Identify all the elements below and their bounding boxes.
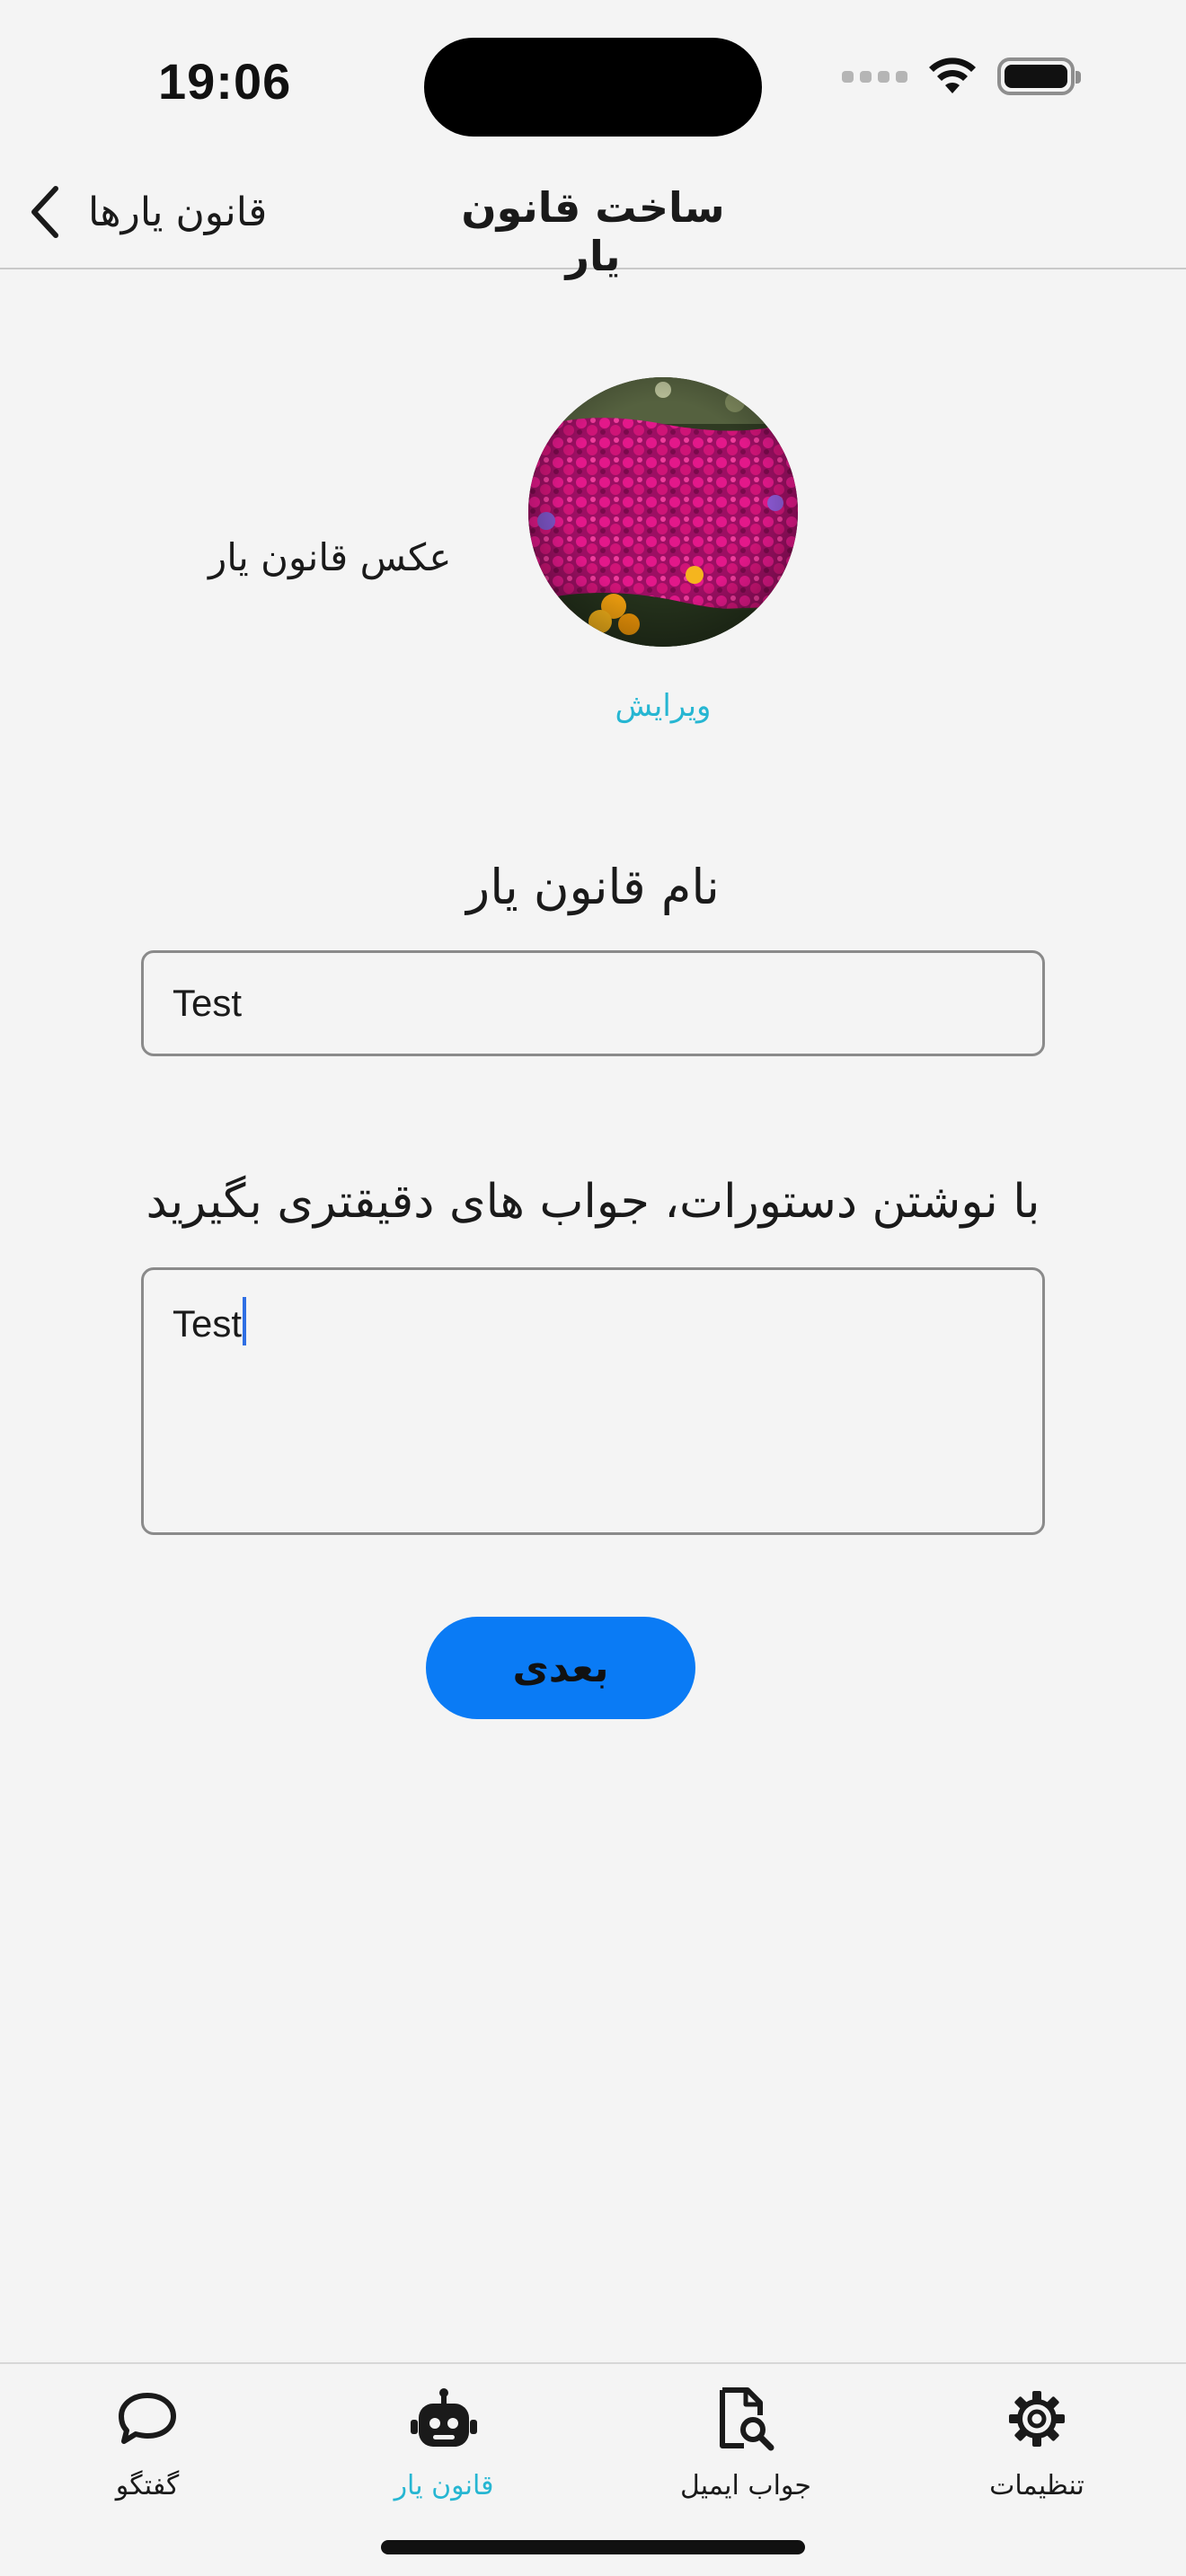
dynamic-island xyxy=(424,38,762,137)
instructions-textarea[interactable]: Test xyxy=(141,1267,1045,1535)
navigation-bar: قانون یارها ساخت قانون یار xyxy=(0,160,1186,280)
tab-chat[interactable]: گفتگو xyxy=(31,2380,264,2524)
tab-label-email-reply: جواب ایمیل xyxy=(680,2470,811,2501)
edit-avatar-link[interactable]: ویرایش xyxy=(528,688,798,724)
screen: 19:06 قانون یارها ساخت قانون یار عکس قان… xyxy=(0,0,1186,2576)
avatar-label: عکس قانون یار xyxy=(208,535,452,579)
document-search-icon xyxy=(720,2387,774,2451)
instructions-text: Test xyxy=(173,1302,243,1345)
name-input[interactable] xyxy=(141,950,1045,1056)
robot-icon xyxy=(411,2388,477,2447)
home-indicator xyxy=(381,2540,805,2554)
battery-icon xyxy=(997,57,1081,95)
tab-label-chat: گفتگو xyxy=(115,2470,180,2501)
gear-icon xyxy=(1009,2391,1065,2447)
page-title: ساخت قانون یار xyxy=(461,183,725,280)
text-caret xyxy=(243,1297,247,1345)
tab-settings[interactable]: تنظیمات xyxy=(920,2380,1154,2524)
tab-label-settings: تنظیمات xyxy=(989,2470,1084,2501)
status-icons xyxy=(842,57,1081,95)
back-button[interactable]: قانون یارها xyxy=(27,180,267,244)
tab-assistant[interactable]: قانون یار xyxy=(327,2380,561,2524)
tab-label-assistant: قانون یار xyxy=(394,2470,494,2501)
instructions-field-label: با نوشتن دستورات، جواب های دقیقتری بگیری… xyxy=(146,1175,1040,1229)
chat-bubble-icon xyxy=(119,2393,176,2444)
avatar-image[interactable] xyxy=(528,377,798,647)
back-label: قانون یارها xyxy=(88,189,268,235)
tab-email-reply[interactable]: جواب ایمیل xyxy=(629,2380,863,2524)
status-time: 19:06 xyxy=(158,53,292,110)
name-field-label: نام قانون یار xyxy=(466,859,720,915)
next-button[interactable]: بعدی xyxy=(426,1617,695,1719)
chevron-left-icon xyxy=(31,186,58,238)
wifi-icon xyxy=(929,57,976,93)
cellular-signal-icon xyxy=(842,70,907,83)
